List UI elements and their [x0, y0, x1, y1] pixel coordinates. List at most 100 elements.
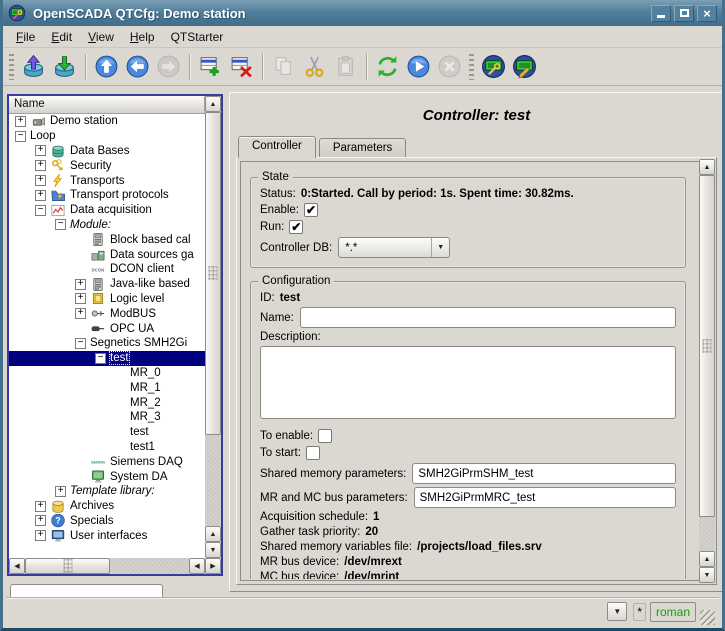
tree-item-modbus[interactable]: +ModBUS — [9, 306, 205, 321]
tree-item-data-acquisition[interactable]: −Data acquisition — [9, 203, 205, 218]
tree-item-test1[interactable]: test1 — [9, 440, 205, 455]
tree-item-mr-0[interactable]: MR_0 — [9, 366, 205, 381]
tree-vertical-scrollbar[interactable]: ▲ ▲ ▼ — [205, 96, 221, 558]
scrollbar-track[interactable] — [699, 175, 715, 551]
tree-item-template-library-[interactable]: +Template library: — [9, 484, 205, 499]
scroll-left-icon[interactable]: ◀ — [189, 558, 205, 574]
scrollbar-track[interactable] — [25, 558, 189, 574]
tree-item-logic-level[interactable]: +Logic level — [9, 292, 205, 307]
expand-icon[interactable]: + — [75, 279, 86, 290]
tree-item-archives[interactable]: +Archives — [9, 499, 205, 514]
controller-db-select[interactable]: *.* ▼ — [338, 237, 450, 258]
maximize-button[interactable] — [674, 5, 694, 22]
scroll-up-icon[interactable]: ▲ — [205, 96, 221, 112]
tree-item-data-bases[interactable]: +Data Bases — [9, 144, 205, 159]
toolbar-handle[interactable] — [469, 54, 474, 80]
minimize-button[interactable] — [651, 5, 671, 22]
tree-item-data-sources-ga[interactable]: Data sources ga — [9, 247, 205, 262]
menu-file[interactable]: File — [8, 27, 43, 47]
scroll-up-icon[interactable]: ▲ — [699, 551, 715, 567]
menu-qtstarter[interactable]: QTStarter — [163, 27, 232, 47]
tab-controller[interactable]: Controller — [238, 136, 316, 158]
expand-icon[interactable]: + — [15, 116, 26, 127]
tree-item-user-interfaces[interactable]: +User interfaces — [9, 528, 205, 543]
expand-icon[interactable]: + — [75, 293, 86, 304]
run-checkbox[interactable]: ✔ — [289, 220, 303, 234]
tree-item-block-based-cal[interactable]: Block based cal — [9, 232, 205, 247]
scroll-up-icon[interactable]: ▲ — [699, 159, 715, 175]
scrollbar-thumb[interactable] — [699, 175, 715, 517]
tree-item-demo-station[interactable]: +Demo station — [9, 114, 205, 129]
expand-icon[interactable]: + — [75, 308, 86, 319]
tree-item-test[interactable]: −test — [9, 351, 205, 366]
scrollbar-thumb[interactable] — [25, 558, 110, 574]
expand-icon[interactable]: + — [35, 160, 46, 171]
resize-grip[interactable] — [700, 610, 715, 625]
expand-icon[interactable]: + — [55, 486, 66, 497]
tab-parameters[interactable]: Parameters — [319, 138, 406, 157]
tree-item-module-[interactable]: −Module: — [9, 218, 205, 233]
tree-item-mr-3[interactable]: MR_3 — [9, 410, 205, 425]
collapse-icon[interactable]: − — [35, 205, 46, 216]
stop-button[interactable] — [434, 51, 465, 82]
collapse-icon[interactable]: − — [75, 338, 86, 349]
current-user-badge[interactable]: roman — [650, 602, 696, 622]
shared-memory-parameters-field[interactable] — [412, 463, 676, 484]
tree-item-mr-2[interactable]: MR_2 — [9, 395, 205, 410]
tree-item-java-like-based[interactable]: +Java-like based — [9, 277, 205, 292]
form-vertical-scrollbar[interactable]: ▲ ▲ ▼ — [699, 159, 715, 583]
scroll-right-icon[interactable]: ▶ — [205, 558, 221, 574]
refresh-button[interactable] — [372, 51, 403, 82]
expand-icon[interactable]: + — [35, 530, 46, 541]
menu-edit[interactable]: Edit — [43, 27, 80, 47]
titlebar[interactable]: OpenSCADA QTCfg: Demo station × — [3, 0, 722, 26]
tree-item-loop[interactable]: −Loop — [9, 129, 205, 144]
delete-item-button[interactable] — [226, 51, 257, 82]
close-button[interactable]: × — [697, 5, 717, 22]
tree-item-siemens-daq[interactable]: SIEMENSSiemens DAQ — [9, 454, 205, 469]
qtstarter-edit-button[interactable] — [509, 51, 540, 82]
tree-item-transports[interactable]: +Transports — [9, 173, 205, 188]
tree-item-opc-ua[interactable]: OPC UA — [9, 321, 205, 336]
tree-item-dcon-client[interactable]: DCONDCON client — [9, 262, 205, 277]
to-start-checkbox[interactable] — [306, 446, 320, 460]
menu-view[interactable]: View — [80, 27, 122, 47]
scroll-up-icon[interactable]: ▲ — [205, 526, 221, 542]
expand-icon[interactable]: + — [35, 515, 46, 526]
scroll-down-icon[interactable]: ▼ — [699, 567, 715, 583]
add-item-button[interactable] — [195, 51, 226, 82]
up-level-button[interactable] — [91, 51, 122, 82]
status-dropdown-button[interactable]: ▼ — [607, 602, 627, 621]
enable-checkbox[interactable]: ✔ — [304, 203, 318, 217]
expand-icon[interactable]: + — [35, 190, 46, 201]
copy-item-button[interactable] — [268, 51, 299, 82]
paste-item-button[interactable] — [330, 51, 361, 82]
menu-help[interactable]: Help — [122, 27, 163, 47]
collapse-icon[interactable]: − — [55, 219, 66, 230]
start-button[interactable] — [403, 51, 434, 82]
back-button[interactable] — [122, 51, 153, 82]
mr-mc-bus-parameters-field[interactable] — [414, 487, 676, 508]
collapse-icon[interactable]: − — [15, 131, 26, 142]
scroll-left-icon[interactable]: ◀ — [9, 558, 25, 574]
tree-item-test[interactable]: test — [9, 425, 205, 440]
tree-viewport[interactable]: +Demo station−Loop+Data Bases+Security+T… — [9, 114, 205, 558]
collapse-icon[interactable]: − — [95, 353, 106, 364]
load-from-db-button[interactable] — [18, 51, 49, 82]
description-field[interactable] — [260, 346, 676, 419]
tree-item-specials[interactable]: +?Specials — [9, 514, 205, 529]
tree-item-segnetics-smh2gi[interactable]: −Segnetics SMH2Gi — [9, 336, 205, 351]
name-field[interactable] — [300, 307, 676, 328]
tree-item-system-da[interactable]: System DA — [9, 469, 205, 484]
tree-item-security[interactable]: +Security — [9, 158, 205, 173]
tree-item-mr-1[interactable]: MR_1 — [9, 380, 205, 395]
scrollbar-thumb[interactable] — [205, 112, 221, 435]
scroll-down-icon[interactable]: ▼ — [205, 542, 221, 558]
scrollbar-track[interactable] — [205, 112, 221, 526]
cut-item-button[interactable] — [299, 51, 330, 82]
expand-icon[interactable]: + — [35, 501, 46, 512]
forward-button[interactable] — [153, 51, 184, 82]
expand-icon[interactable]: + — [35, 175, 46, 186]
toolbar-handle[interactable] — [9, 54, 14, 80]
qtstarter-config-button[interactable] — [478, 51, 509, 82]
